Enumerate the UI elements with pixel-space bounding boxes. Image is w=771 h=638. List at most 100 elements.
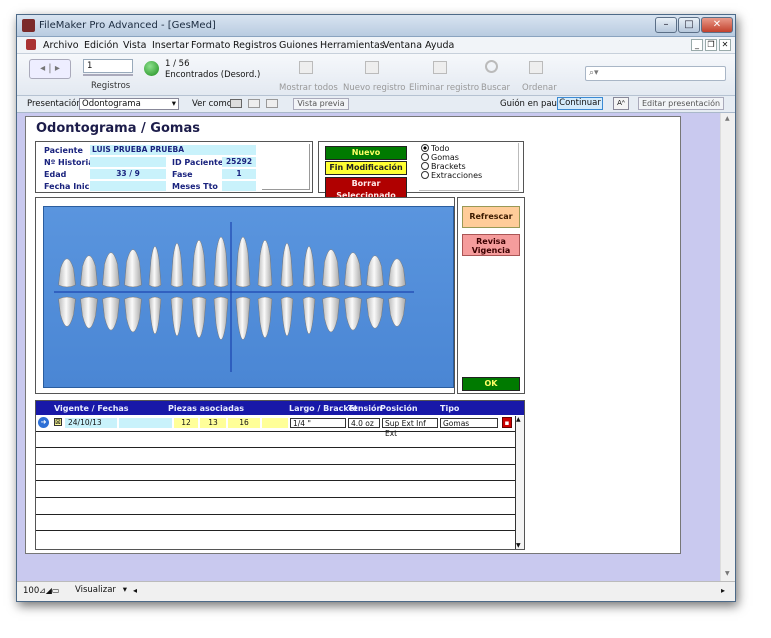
upper-tooth-icon[interactable] xyxy=(322,249,340,288)
lower-tooth-icon[interactable] xyxy=(344,296,362,331)
menu-ayuda[interactable]: Ayuda xyxy=(425,40,454,51)
menu-guiones[interactable]: Guiones xyxy=(279,40,318,51)
upper-tooth-icon[interactable] xyxy=(170,243,184,288)
upper-tooth-icon[interactable] xyxy=(388,258,406,288)
scroll-up-icon[interactable]: ▲ xyxy=(725,115,730,122)
patient-id[interactable]: 25292 xyxy=(222,157,256,167)
menu-ventana[interactable]: Ventana xyxy=(383,40,422,51)
history-number[interactable] xyxy=(90,157,166,167)
menu-archivo[interactable]: Archivo xyxy=(43,40,79,51)
found-set-pie-icon[interactable] xyxy=(144,61,159,76)
record-number-input[interactable]: 1 xyxy=(83,59,133,73)
check-validity-button[interactable]: Revisa Vigencia xyxy=(462,234,520,256)
app-menu-icon[interactable] xyxy=(26,39,36,50)
row-tension[interactable]: 4.0 oz xyxy=(348,418,380,428)
upper-tooth-icon[interactable] xyxy=(366,255,384,288)
delete-row-button[interactable]: ▪ xyxy=(502,417,512,428)
mdi-restore-button[interactable]: ❐ xyxy=(705,39,717,51)
view-form-button[interactable] xyxy=(230,99,242,108)
portal-scrollbar[interactable]: ▲ ▼ xyxy=(515,416,524,549)
upper-tooth-icon[interactable] xyxy=(102,252,120,288)
filter-option-brackets[interactable]: Brackets xyxy=(421,162,466,171)
filter-option-todo[interactable]: Todo xyxy=(421,144,449,153)
scroll-left-icon[interactable]: ◂ xyxy=(133,586,137,595)
upper-tooth-icon[interactable] xyxy=(124,249,142,288)
view-table-button[interactable] xyxy=(266,99,278,108)
show-all-button[interactable]: Mostrar todos xyxy=(279,83,338,93)
lower-tooth-icon[interactable] xyxy=(257,296,273,338)
sort-button[interactable]: Ordenar xyxy=(522,83,557,93)
zoom-level[interactable]: 100 xyxy=(23,586,39,596)
refresh-button[interactable]: Refrescar xyxy=(462,206,520,228)
row-piece-extra[interactable] xyxy=(262,418,288,428)
text-format-button[interactable]: Aᴬ xyxy=(613,97,629,110)
lower-tooth-icon[interactable] xyxy=(366,296,384,329)
lower-tooth-icon[interactable] xyxy=(235,296,251,340)
menu-vista[interactable]: Vista xyxy=(123,40,146,51)
book-navigator[interactable]: ◂ | ▸ xyxy=(29,59,71,79)
delete-record-button[interactable]: Eliminar registro xyxy=(409,83,479,93)
filter-option-gomas[interactable]: Gomas xyxy=(421,153,459,162)
valid-checkbox[interactable]: ⊠ xyxy=(54,418,62,426)
lower-tooth-icon[interactable] xyxy=(124,296,142,333)
go-arrow-icon[interactable]: ➜ xyxy=(38,417,49,428)
row-length[interactable]: 1/4 " xyxy=(290,418,346,428)
menu-herramientas[interactable]: Herramientas xyxy=(320,40,385,51)
upper-tooth-icon[interactable] xyxy=(58,258,76,288)
menu-edicion[interactable]: Edición xyxy=(84,40,118,51)
edit-layout-button[interactable]: Editar presentación xyxy=(638,97,724,110)
row-piece-3[interactable]: 16 xyxy=(228,418,260,428)
upper-tooth-icon[interactable] xyxy=(280,243,294,288)
lower-tooth-icon[interactable] xyxy=(148,296,162,335)
upper-tooth-icon[interactable] xyxy=(235,236,251,288)
mode-select[interactable]: Visualizar ▾ xyxy=(75,585,127,597)
menu-insertar[interactable]: Insertar xyxy=(152,40,189,51)
upper-tooth-icon[interactable] xyxy=(344,252,362,288)
lower-tooth-icon[interactable] xyxy=(191,296,207,338)
scroll-down-icon[interactable]: ▼ xyxy=(725,570,730,577)
filter-option-extracciones[interactable]: Extracciones xyxy=(421,171,482,180)
months-value[interactable] xyxy=(222,181,256,191)
scroll-up-icon[interactable]: ▲ xyxy=(516,416,521,423)
upper-tooth-icon[interactable] xyxy=(302,246,316,288)
row-pieces-extra[interactable] xyxy=(119,418,172,428)
lower-tooth-icon[interactable] xyxy=(102,296,120,331)
row-date[interactable]: 24/10/13 xyxy=(65,418,117,428)
lower-tooth-icon[interactable] xyxy=(213,296,229,340)
zoom-icons[interactable]: ⊿◢▭ xyxy=(39,586,59,595)
new-button[interactable]: Nuevo xyxy=(325,146,407,160)
upper-tooth-icon[interactable] xyxy=(191,239,207,288)
lower-tooth-icon[interactable] xyxy=(58,296,76,327)
lower-tooth-icon[interactable] xyxy=(388,296,406,327)
upper-tooth-icon[interactable] xyxy=(148,246,162,288)
row-type[interactable]: Gomas xyxy=(440,418,498,428)
maximize-button[interactable]: □ xyxy=(678,17,700,33)
lower-tooth-icon[interactable] xyxy=(170,296,184,337)
preview-button[interactable]: Vista previa xyxy=(293,98,349,110)
lower-tooth-icon[interactable] xyxy=(322,296,340,333)
row-position[interactable]: Sup Ext Inf Ext xyxy=(382,418,438,438)
menu-registros[interactable]: Registros xyxy=(233,40,277,51)
scroll-down-icon[interactable]: ▼ xyxy=(516,542,521,549)
presentation-select[interactable]: Odontograma ▾ xyxy=(79,98,179,110)
mdi-minimize-button[interactable]: _ xyxy=(691,39,703,51)
menu-formato[interactable]: Formato xyxy=(191,40,230,51)
window-vertical-scrollbar[interactable]: ▲ ▼ xyxy=(720,113,735,581)
phase-value[interactable]: 1 xyxy=(222,169,256,179)
upper-tooth-icon[interactable] xyxy=(213,236,229,288)
patient-name[interactable]: LUIS PRUEBA PRUEBA xyxy=(90,145,256,155)
upper-tooth-icon[interactable] xyxy=(257,239,273,288)
mdi-close-button[interactable]: ✕ xyxy=(719,39,731,51)
lower-tooth-icon[interactable] xyxy=(80,296,98,329)
lower-tooth-icon[interactable] xyxy=(302,296,316,335)
quick-find-input[interactable]: ⌕▾ xyxy=(585,66,726,81)
close-button[interactable]: ✕ xyxy=(701,17,733,33)
scroll-right-icon[interactable]: ▸ xyxy=(721,586,725,595)
age-value[interactable]: 33 / 9 xyxy=(90,169,166,179)
lower-tooth-icon[interactable] xyxy=(280,296,294,337)
ok-button[interactable]: OK xyxy=(462,377,520,391)
table-row[interactable]: ➜ ⊠ 24/10/13 12 13 16 1/4 " 4.0 oz Sup E… xyxy=(36,416,516,438)
find-button[interactable]: Buscar xyxy=(481,83,510,93)
row-piece-2[interactable]: 13 xyxy=(200,418,226,428)
minimize-button[interactable]: – xyxy=(655,17,677,33)
